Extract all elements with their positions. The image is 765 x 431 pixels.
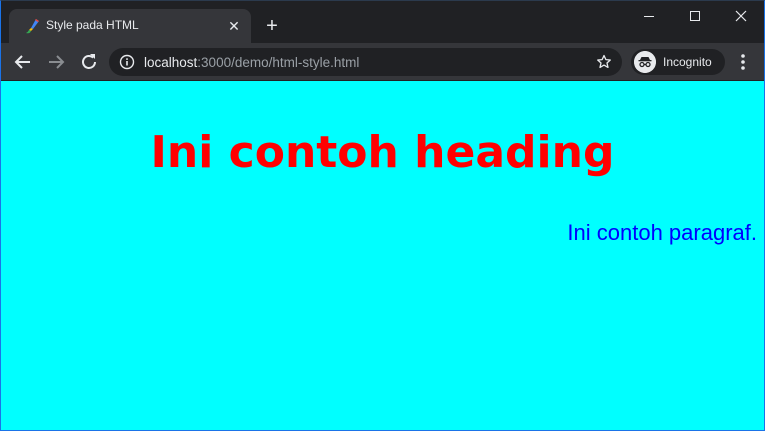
- star-icon[interactable]: [596, 54, 612, 70]
- reload-icon[interactable]: [77, 50, 101, 74]
- forward-arrow-icon[interactable]: [44, 50, 68, 74]
- tab-active[interactable]: Style pada HTML ✕: [9, 9, 251, 43]
- minimize-icon: [644, 16, 654, 17]
- maximize-button[interactable]: [672, 1, 718, 31]
- close-window-icon: [735, 10, 747, 22]
- page-heading: Ini contoh heading: [150, 127, 615, 178]
- address-bar[interactable]: localhost:3000/demo/html-style.html: [109, 48, 622, 76]
- close-window-button[interactable]: [718, 1, 764, 31]
- tab-title: Style pada HTML: [46, 18, 139, 32]
- incognito-label: Incognito: [663, 55, 712, 69]
- maximize-icon: [690, 11, 700, 21]
- tab-strip: Style pada HTML ✕ +: [1, 1, 764, 43]
- url-host: localhost: [144, 55, 198, 70]
- tab-close-icon[interactable]: ✕: [226, 18, 242, 34]
- page-paragraph: Ini contoh paragraf.: [567, 220, 757, 245]
- incognito-badge[interactable]: Incognito: [631, 49, 725, 75]
- url-path: :3000/demo/html-style.html: [197, 55, 360, 70]
- browser-toolbar: localhost:3000/demo/html-style.html Inco…: [1, 43, 764, 81]
- incognito-icon: [634, 51, 656, 73]
- minimize-button[interactable]: [626, 1, 672, 31]
- back-arrow-icon[interactable]: [11, 50, 35, 74]
- brush-favicon-icon: [26, 19, 39, 34]
- url-text[interactable]: localhost:3000/demo/html-style.html: [144, 55, 359, 70]
- new-tab-button[interactable]: +: [262, 16, 282, 37]
- kebab-menu-icon[interactable]: [735, 52, 751, 72]
- info-icon[interactable]: [119, 54, 135, 70]
- page-viewport: Ini contoh heading Ini contoh paragraf.: [1, 81, 764, 430]
- browser-window: Style pada HTML ✕ + localhost:3000/demo/…: [0, 0, 765, 431]
